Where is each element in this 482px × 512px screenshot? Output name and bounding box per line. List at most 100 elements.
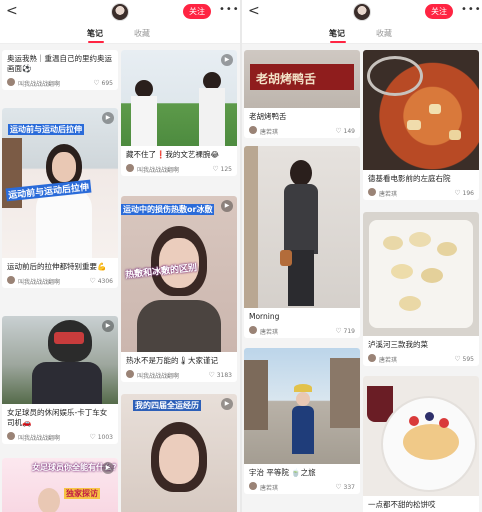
- face-shape: [159, 434, 199, 484]
- heart-icon: ♡: [93, 79, 100, 87]
- card-title: 女足球员的休闲娱乐-卡丁车女司机🚗: [7, 408, 108, 427]
- play-icon: ▶: [102, 462, 114, 474]
- top-bar: < 关注 •••: [242, 0, 482, 24]
- note-card[interactable]: ▶ 女足球员的休闲娱乐-卡丁车女司机🚗 叫我战战战翻啊 ♡ 1003: [2, 316, 118, 444]
- note-card[interactable]: 女足球员你全能有什么？ 独家探访 ▶: [2, 458, 118, 512]
- tab-notes[interactable]: 笔记: [329, 28, 345, 40]
- note-card[interactable]: 运动前与运动后拉伸 运动前与运动后拉伸 ▶ 运动前后的拉伸都特别重要💪 叫我战战…: [2, 108, 118, 288]
- like-value: 196: [462, 190, 474, 197]
- card-image: 我的四届全运经历 ▶: [121, 394, 237, 512]
- like-count[interactable]: ♡ 595: [454, 355, 474, 363]
- more-icon[interactable]: •••: [219, 4, 240, 15]
- card-title: Morning: [249, 312, 280, 321]
- heart-icon: ♡: [335, 127, 342, 135]
- card-image: [363, 212, 479, 336]
- heart-icon: ♡: [454, 355, 461, 363]
- avatar[interactable]: [111, 3, 129, 21]
- card-image: [244, 348, 360, 464]
- author-name: 唐若琪: [260, 129, 279, 136]
- hair-shape: [290, 160, 312, 186]
- card-meta: 唐若琪 ♡ 149: [244, 122, 360, 138]
- back-icon[interactable]: <: [6, 3, 18, 19]
- note-card[interactable]: 德基看电影前的左庭右院 唐若琪 ♡ 196: [363, 50, 479, 200]
- card-meta: 唐若琪 ♡ 595: [363, 350, 479, 366]
- back-icon[interactable]: <: [248, 3, 260, 19]
- like-count[interactable]: ♡ 125: [212, 165, 232, 173]
- heart-icon: ♡: [89, 433, 96, 441]
- author-name: 唐若琪: [379, 191, 398, 198]
- note-card[interactable]: 我的四届全运经历 ▶: [121, 394, 237, 512]
- sign-text: 老胡烤鸭舌: [256, 72, 317, 86]
- tab-notes[interactable]: 笔记: [87, 28, 103, 40]
- berry-shape: [439, 418, 449, 428]
- card-image: 运动前与运动后拉伸 运动前与运动后拉伸 ▶: [2, 108, 118, 258]
- pastry-shape: [421, 268, 443, 283]
- like-value: 125: [220, 166, 232, 173]
- food-shape: [449, 130, 461, 140]
- tab-underline: [88, 41, 104, 43]
- food-shape: [429, 104, 441, 114]
- card-meta: 叫我战战战翻啊 ♡ 4306: [2, 272, 118, 288]
- more-icon[interactable]: •••: [461, 4, 482, 15]
- author-name: 叫我战战战翻啊: [18, 279, 61, 286]
- shirt-shape: [36, 188, 92, 258]
- coat-shape: [284, 184, 318, 254]
- visor-shape: [54, 332, 84, 344]
- author-avatar: [368, 188, 376, 196]
- like-value: 595: [462, 356, 474, 363]
- note-card[interactable]: 奥运我熟｜重温自己的里约奥运画面⚽ 叫我战战战翻啊 ♡ 695: [2, 50, 118, 90]
- like-count[interactable]: ♡ 4306: [90, 277, 113, 285]
- card-image: [244, 146, 360, 308]
- like-value: 3183: [216, 372, 232, 379]
- like-value: 149: [343, 128, 355, 135]
- like-count[interactable]: ♡ 695: [93, 79, 113, 87]
- avatar[interactable]: [353, 3, 371, 21]
- tab-saved[interactable]: 收藏: [376, 28, 392, 40]
- note-card[interactable]: 宇治 平等院 🍵之旅 唐若琪 ♡ 337: [244, 348, 360, 494]
- card-meta: 唐若琪 ♡ 719: [244, 322, 360, 338]
- door-shape: [244, 146, 258, 308]
- note-card[interactable]: ▶ 藏不住了❗我的文艺裸腕😂 叫我战战战翻啊 ♡ 125: [121, 50, 237, 176]
- cover-text: 我的四届全运经历: [133, 400, 201, 411]
- like-value: 695: [101, 80, 113, 87]
- card-title: 奥运我熟｜重温自己的里约奥运画面⚽: [7, 54, 112, 73]
- like-count[interactable]: ♡ 149: [335, 127, 355, 135]
- like-count[interactable]: ♡ 1003: [90, 433, 113, 441]
- note-card[interactable]: 运动中的损伤热敷or冰敷 热敷和冰敷的区别 ▶ 热水不是万能的🌡大家谨记 叫我战…: [121, 196, 237, 382]
- cover-text: 运动前与运动后拉伸: [8, 124, 84, 135]
- like-value: 1003: [97, 434, 113, 441]
- card-title: 热水不是万能的🌡大家谨记: [126, 356, 219, 365]
- card-title: 德基看电影前的左庭右院: [368, 174, 451, 183]
- tab-saved[interactable]: 收藏: [134, 28, 150, 40]
- food-shape: [407, 120, 421, 130]
- pastry-shape: [399, 296, 421, 311]
- like-count[interactable]: ♡ 337: [335, 483, 355, 491]
- note-card[interactable]: 泸溪河三款我的菜 唐若琪 ♡ 595: [363, 212, 479, 366]
- card-meta: 叫我战战战翻啊 ♡ 3183: [121, 366, 237, 382]
- author-avatar: [249, 126, 257, 134]
- like-count[interactable]: ♡ 719: [335, 327, 355, 335]
- note-card[interactable]: 老胡烤鸭舌 老胡烤鸭舌 唐若琪 ♡ 149: [244, 50, 360, 138]
- author-name: 叫我战战战翻啊: [18, 435, 61, 442]
- like-value: 337: [343, 484, 355, 491]
- top-bar: < 关注 •••: [0, 0, 240, 24]
- follow-button[interactable]: 关注: [183, 4, 211, 19]
- heart-icon: ♡: [89, 277, 96, 285]
- note-card[interactable]: 一点都不甜的松饼哎: [363, 376, 479, 512]
- author-avatar: [368, 354, 376, 362]
- author-name: 唐若琪: [260, 485, 279, 492]
- profile-screen-right: < 关注 ••• 笔记 收藏 老胡烤鸭舌 老胡烤鸭舌 唐若琪 ♡ 149 Mor…: [242, 0, 482, 512]
- note-card[interactable]: Morning 唐若琪 ♡ 719: [244, 146, 360, 338]
- pancake-shape: [403, 424, 459, 460]
- like-count[interactable]: ♡ 3183: [209, 371, 232, 379]
- pastry-shape: [383, 236, 403, 250]
- card-meta: 叫我战战战翻啊 ♡ 695: [2, 74, 118, 90]
- card-title: 宇治 平等院 🍵之旅: [249, 468, 316, 477]
- like-count[interactable]: ♡ 196: [454, 189, 474, 197]
- like-value: 4306: [97, 278, 113, 285]
- play-icon: ▶: [221, 398, 233, 410]
- card-image: ▶: [121, 50, 237, 146]
- berry-shape: [425, 412, 434, 421]
- follow-button[interactable]: 关注: [425, 4, 453, 19]
- shop-sign: 老胡烤鸭舌: [250, 64, 354, 90]
